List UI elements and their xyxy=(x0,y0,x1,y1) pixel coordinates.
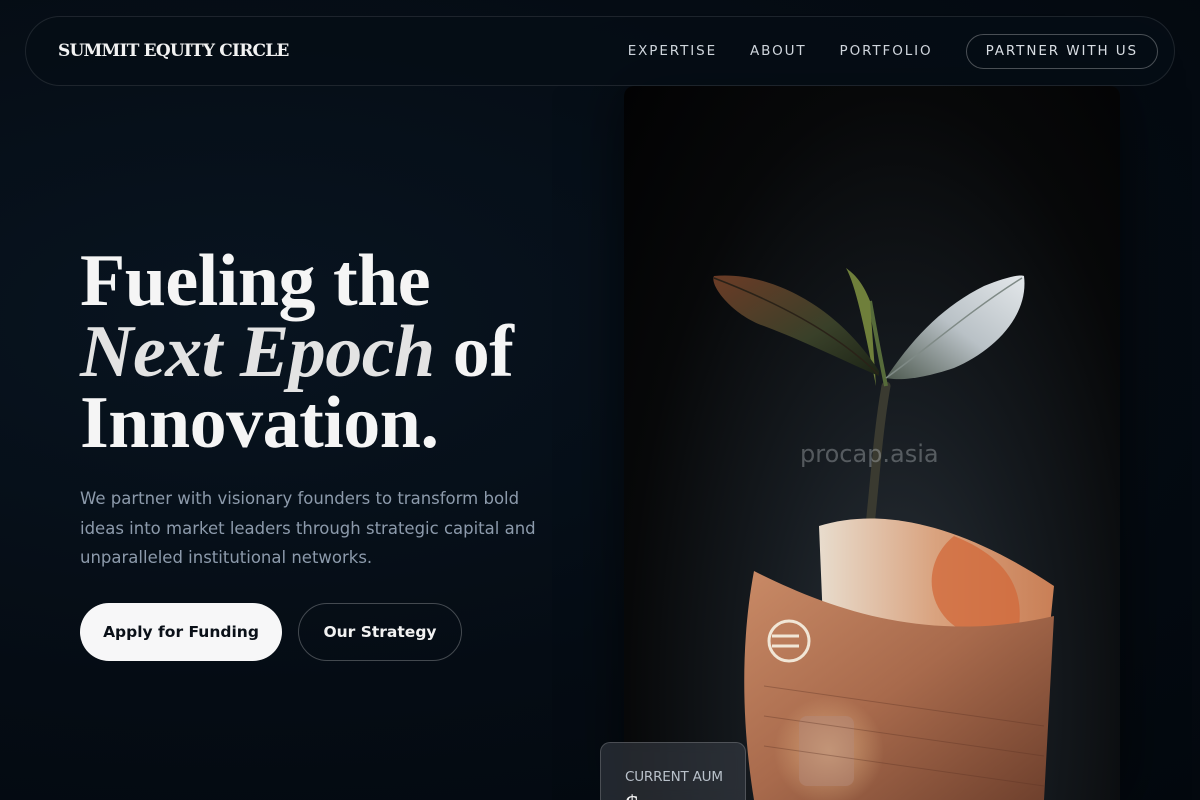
our-strategy-button[interactable]: Our Strategy xyxy=(298,603,462,661)
headline-emphasis: Next Epoch xyxy=(80,311,435,393)
right-leaf xyxy=(886,275,1025,380)
nav-links: EXPERTISE ABOUT PORTFOLIO PARTNER WITH U… xyxy=(628,33,1158,69)
top-navigation: SUMMIT EQUITY CIRCLE EXPERTISE ABOUT POR… xyxy=(25,16,1175,86)
nav-link-expertise[interactable]: EXPERTISE xyxy=(628,43,717,59)
apply-for-funding-button[interactable]: Apply for Funding xyxy=(80,603,282,661)
hero-subtext: We partner with visionary founders to tr… xyxy=(80,489,536,567)
headline-line-3: Innovation. xyxy=(80,382,439,464)
headline-line-1: Fueling the xyxy=(80,240,431,322)
watermark-text: procap.asia xyxy=(800,440,939,468)
nav-link-portfolio[interactable]: PORTFOLIO xyxy=(840,43,933,59)
partner-with-us-button[interactable]: PARTNER WITH US xyxy=(965,33,1158,69)
aum-card: CURRENT AUM $... xyxy=(600,742,746,800)
headline-line-2-end: of xyxy=(434,311,514,393)
hero-headline: Fueling the Next Epoch of Innovation. xyxy=(80,244,514,460)
aum-label: CURRENT AUM xyxy=(625,769,723,785)
aum-value: $... xyxy=(625,791,745,800)
brand-logo[interactable]: SUMMIT EQUITY CIRCLE xyxy=(58,41,289,61)
nav-link-about[interactable]: ABOUT xyxy=(750,43,807,59)
left-leaf xyxy=(713,275,879,376)
